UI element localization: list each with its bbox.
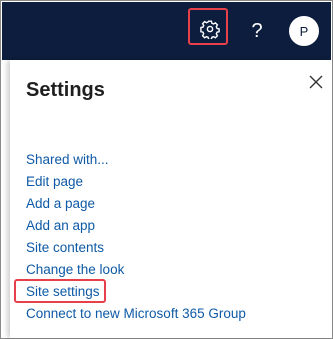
close-panel-button[interactable] [306, 74, 326, 94]
add-page-link[interactable]: Add a page [26, 193, 246, 215]
close-icon [309, 75, 323, 94]
suite-bar: ? P [2, 2, 331, 60]
help-icon: ? [251, 20, 263, 42]
help-button[interactable]: ? [237, 2, 277, 60]
site-contents-link[interactable]: Site contents [26, 237, 246, 259]
account-button[interactable]: P [284, 2, 324, 60]
screenshot-frame: ? P Settings Shared with... Edit page Ad… [0, 0, 333, 339]
edit-page-link[interactable]: Edit page [26, 171, 246, 193]
shared-with-link[interactable]: Shared with... [26, 149, 246, 171]
connect-m365-group-link[interactable]: Connect to new Microsoft 365 Group [26, 303, 246, 325]
panel-title: Settings [26, 79, 105, 101]
add-app-link[interactable]: Add an app [26, 215, 246, 237]
gear-highlight-box [188, 8, 228, 45]
change-the-look-link[interactable]: Change the look [26, 259, 246, 281]
site-settings-highlight-box [14, 279, 106, 303]
avatar: P [289, 16, 319, 46]
